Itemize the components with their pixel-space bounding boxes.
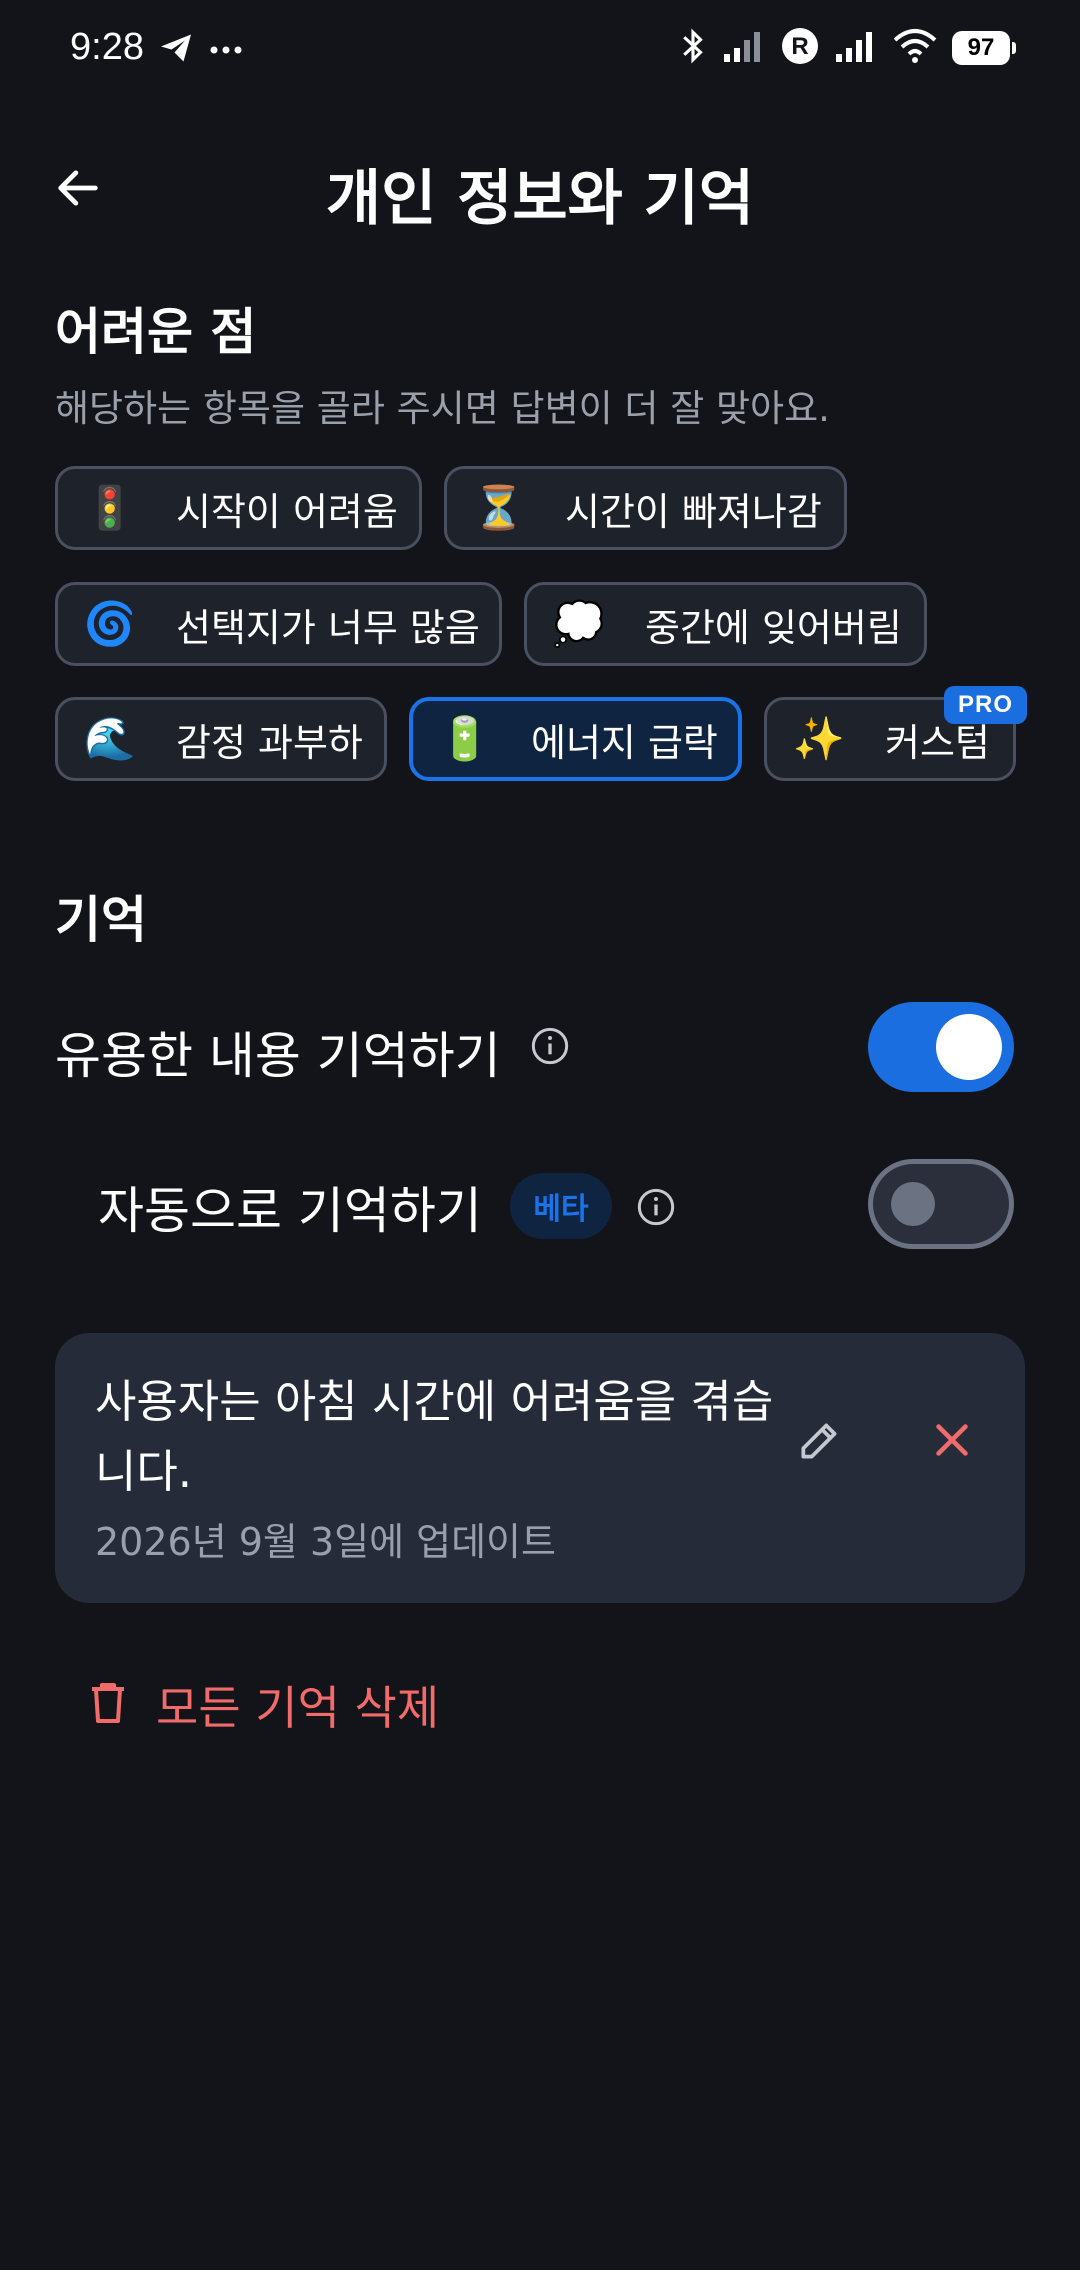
roaming-r-icon: R: [780, 26, 820, 70]
battery-emoji-icon: 🔋: [438, 714, 492, 763]
cyclone-icon: 🌀: [83, 599, 137, 648]
chip-too-many-choices[interactable]: 🌀 선택지가 너무 많음: [55, 582, 502, 666]
setting-label: 자동으로 기억하기: [98, 1182, 482, 1240]
info-icon[interactable]: [636, 1187, 676, 1227]
chip-label: 시작이 어려움: [176, 489, 398, 534]
more-dots-icon: [208, 41, 244, 60]
chip-label: 중간에 잊어버림: [645, 605, 902, 650]
toggle-knob: [936, 1014, 1002, 1080]
chip-energy-crash[interactable]: 🔋 에너지 급락: [409, 697, 742, 781]
wifi-icon: [892, 28, 938, 68]
setting-auto-remember: 자동으로 기억하기 베타: [0, 1147, 1080, 1257]
status-right-icons: R 97: [678, 26, 1016, 70]
remember-useful-toggle[interactable]: [868, 1002, 1014, 1092]
wave-icon: 🌊: [83, 714, 137, 763]
battery-icon: 97: [952, 31, 1016, 65]
close-icon: [929, 1417, 975, 1467]
delete-memory-button[interactable]: [917, 1407, 987, 1477]
setting-label: 유용한 내용 기억하기: [55, 1027, 501, 1085]
trash-icon: [88, 1681, 128, 1729]
difficulty-description: 해당하는 항목을 골라 주시면 답변이 더 잘 맞아요.: [55, 387, 830, 430]
signal-icon: [834, 28, 878, 68]
delete-all-label: 모든 기억 삭제: [156, 1681, 440, 1735]
status-time: 9:28: [70, 26, 144, 68]
setting-remember-useful: 유용한 내용 기억하기: [0, 992, 1080, 1102]
beta-badge: 베타: [510, 1173, 612, 1239]
status-left-icons: [158, 30, 244, 70]
auto-remember-toggle[interactable]: [868, 1159, 1014, 1249]
page-title: 개인 정보와 기억: [325, 164, 755, 234]
svg-text:R: R: [791, 33, 808, 60]
header: 개인 정보와 기억: [0, 140, 1080, 240]
memory-section-title: 기억: [55, 891, 147, 949]
chip-label: 시간이 빠져나감: [565, 489, 822, 534]
pencil-icon: [795, 1415, 845, 1469]
delete-all-memories-button[interactable]: 모든 기억 삭제: [88, 1672, 439, 1738]
chip-label: 선택지가 너무 많음: [176, 605, 480, 650]
telegram-icon: [158, 30, 194, 70]
chip-time-slips[interactable]: ⏳ 시간이 빠져나감: [444, 466, 847, 550]
toggle-knob: [891, 1182, 935, 1226]
memory-entry-date: 2026년 9월 3일에 업데이트: [95, 1520, 556, 1564]
traffic-light-icon: 🚦: [83, 483, 137, 532]
thought-bubble-icon: 💭: [552, 599, 606, 648]
chip-custom[interactable]: ✨ 커스텀 PRO: [764, 686, 1027, 781]
sparkles-icon: ✨: [792, 714, 846, 763]
edit-memory-button[interactable]: [785, 1407, 855, 1477]
chip-label: 감정 과부하: [176, 720, 363, 765]
chip-forget-midway[interactable]: 💭 중간에 잊어버림: [524, 582, 927, 666]
status-bar: 9:28 R 97: [0, 0, 1080, 100]
chip-hard-to-start[interactable]: 🚦 시작이 어려움: [55, 466, 422, 550]
memory-entry-card: 사용자는 아침 시간에 어려움을 겪습니다. 2026년 9월 3일에 업데이트: [55, 1333, 1025, 1603]
signal-icon: [722, 28, 766, 68]
memory-entry-text: 사용자는 아침 시간에 어려움을 겪습니다.: [95, 1375, 774, 1498]
pro-badge: PRO: [943, 686, 1027, 724]
hourglass-icon: ⏳: [472, 483, 526, 532]
bluetooth-icon: [678, 26, 708, 70]
info-icon[interactable]: [530, 1026, 570, 1066]
chip-emotional-overload[interactable]: 🌊 감정 과부하: [55, 697, 387, 781]
chip-label: 에너지 급락: [531, 720, 718, 765]
difficulty-section-title: 어려운 점: [55, 303, 257, 361]
